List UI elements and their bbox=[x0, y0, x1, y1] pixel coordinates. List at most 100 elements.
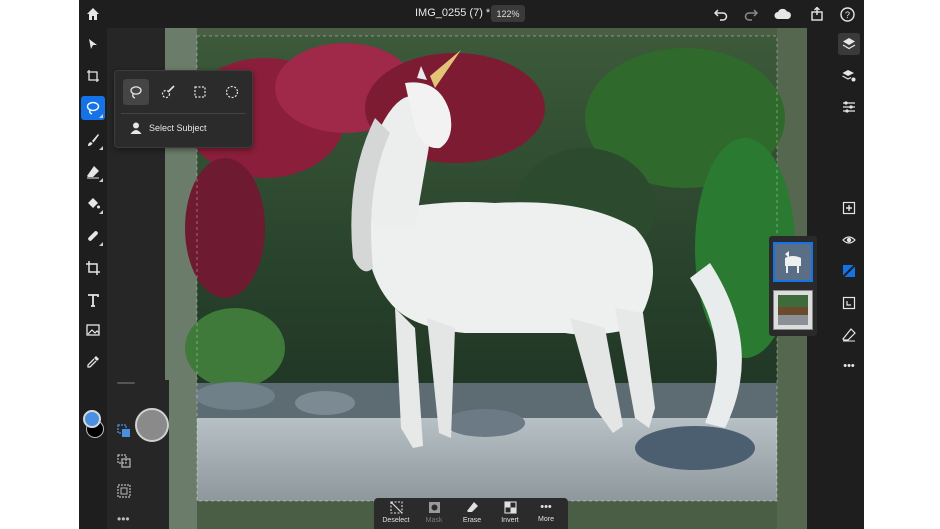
layer-thumbnail-unicorn[interactable] bbox=[773, 242, 813, 282]
select-subject-icon bbox=[130, 122, 142, 134]
more-layer-options-icon[interactable]: ••• bbox=[838, 355, 860, 377]
top-bar: IMG_0255 (7) * 122% ? bbox=[79, 0, 864, 28]
canvas[interactable] bbox=[165, 28, 807, 529]
quick-select-brush-icon bbox=[161, 85, 175, 99]
more-label: More bbox=[538, 516, 554, 523]
more-icon: ••• bbox=[540, 501, 552, 513]
panel-grip[interactable] bbox=[117, 382, 135, 384]
unicorn-photo bbox=[165, 28, 807, 529]
clipping-mask-button[interactable] bbox=[838, 292, 860, 314]
brush-tool[interactable] bbox=[81, 128, 105, 152]
lock-layer-button[interactable] bbox=[838, 324, 860, 346]
erase-label: Erase bbox=[462, 517, 482, 524]
lasso-icon bbox=[130, 86, 142, 99]
submenu-indicator-icon bbox=[99, 178, 103, 182]
layer-properties-icon bbox=[842, 70, 856, 82]
submenu-indicator-icon bbox=[99, 146, 103, 150]
mask-icon bbox=[428, 502, 440, 513]
submenu-indicator-icon bbox=[99, 210, 103, 214]
move-tool[interactable] bbox=[81, 32, 105, 56]
mask-icon bbox=[842, 264, 856, 278]
text-icon bbox=[88, 294, 99, 307]
share-icon[interactable] bbox=[807, 4, 827, 24]
healing-tool[interactable] bbox=[81, 224, 105, 248]
quick-select-option[interactable] bbox=[155, 79, 181, 105]
undo-icon[interactable] bbox=[711, 4, 731, 24]
app-window: IMG_0255 (7) * 122% ? Select Subject •••… bbox=[79, 0, 864, 529]
layers-button[interactable] bbox=[838, 33, 860, 55]
eyedropper-tool[interactable] bbox=[81, 350, 105, 374]
brush-icon bbox=[88, 134, 99, 146]
eraser-layer-icon bbox=[842, 328, 856, 342]
eyedropper-icon bbox=[87, 356, 99, 368]
crop-icon bbox=[86, 261, 100, 275]
eraser-tool[interactable] bbox=[81, 160, 105, 184]
deselect-icon bbox=[389, 501, 403, 514]
layers-icon bbox=[842, 38, 856, 50]
transform-icon bbox=[87, 70, 99, 82]
add-selection-mode-icon[interactable] bbox=[117, 454, 133, 470]
adjustments-button[interactable] bbox=[838, 96, 860, 118]
redo-icon[interactable] bbox=[741, 4, 761, 24]
deselect-label: Deselect bbox=[382, 517, 410, 524]
eraser-icon bbox=[87, 166, 99, 179]
svg-text:?: ? bbox=[844, 10, 849, 20]
eraser-icon bbox=[466, 502, 478, 512]
subtract-selection-mode-icon[interactable] bbox=[117, 484, 133, 500]
color-swatches bbox=[79, 406, 107, 446]
erase-button[interactable]: Erase bbox=[454, 501, 490, 529]
invert-icon bbox=[503, 501, 517, 514]
transform-tool[interactable] bbox=[81, 64, 105, 88]
ellipse-marquee-icon bbox=[225, 85, 239, 99]
zoom-level[interactable]: 122% bbox=[491, 5, 525, 22]
home-icon[interactable] bbox=[83, 4, 103, 24]
new-selection-mode-icon[interactable] bbox=[117, 424, 133, 440]
add-layer-icon bbox=[842, 201, 856, 215]
ellipse-marquee-option[interactable] bbox=[219, 79, 245, 105]
document-title[interactable]: IMG_0255 (7) * bbox=[415, 7, 490, 19]
more-button[interactable]: ••• More bbox=[528, 501, 564, 529]
invert-button[interactable]: Invert bbox=[492, 501, 528, 529]
layer-visibility-button[interactable] bbox=[838, 229, 860, 251]
layers-panel bbox=[769, 236, 817, 336]
eye-icon bbox=[842, 236, 856, 244]
submenu-indicator-icon bbox=[99, 242, 103, 246]
brush-size-control[interactable] bbox=[135, 408, 169, 442]
arrow-icon bbox=[89, 39, 97, 49]
select-subject-label: Select Subject bbox=[149, 123, 207, 133]
layer-thumbnail-forest[interactable] bbox=[773, 290, 813, 330]
selection-options-popover: Select Subject bbox=[114, 70, 253, 148]
layer-properties-button[interactable] bbox=[838, 65, 860, 87]
selection-action-bar: Deselect Mask Erase Invert ••• More bbox=[374, 498, 568, 529]
rectangle-marquee-option[interactable] bbox=[187, 79, 213, 105]
fill-tool[interactable] bbox=[81, 192, 105, 216]
place-image-tool[interactable] bbox=[81, 318, 105, 342]
rectangle-marquee-icon bbox=[194, 86, 206, 98]
clipping-mask-icon bbox=[842, 296, 856, 310]
sliders-icon bbox=[843, 101, 855, 113]
image-icon bbox=[86, 324, 100, 336]
tool-options-panel: ••• bbox=[109, 380, 169, 529]
select-subject-button[interactable]: Select Subject bbox=[129, 121, 207, 135]
crop-tool[interactable] bbox=[81, 256, 105, 280]
bandage-icon bbox=[88, 231, 98, 241]
help-icon[interactable]: ? bbox=[837, 4, 857, 24]
popover-divider bbox=[121, 113, 246, 114]
more-options-icon[interactable]: ••• bbox=[117, 513, 130, 525]
lasso-icon bbox=[86, 101, 100, 115]
layer-mask-button[interactable] bbox=[838, 260, 860, 282]
deselect-button[interactable]: Deselect bbox=[378, 501, 414, 529]
foreground-color-swatch[interactable] bbox=[83, 410, 101, 428]
submenu-indicator-icon bbox=[99, 114, 103, 118]
lasso-select-tool[interactable] bbox=[81, 96, 105, 120]
type-tool[interactable] bbox=[81, 288, 105, 312]
add-layer-button[interactable] bbox=[838, 197, 860, 219]
cloud-icon[interactable] bbox=[773, 4, 793, 24]
right-toolbar: ••• bbox=[834, 28, 864, 529]
invert-label: Invert bbox=[501, 517, 519, 524]
paint-bucket-icon bbox=[88, 198, 100, 209]
left-toolbar bbox=[79, 28, 107, 529]
mask-label: Mask bbox=[425, 517, 443, 524]
lasso-option[interactable] bbox=[123, 79, 149, 105]
mask-button[interactable]: Mask bbox=[416, 501, 452, 529]
